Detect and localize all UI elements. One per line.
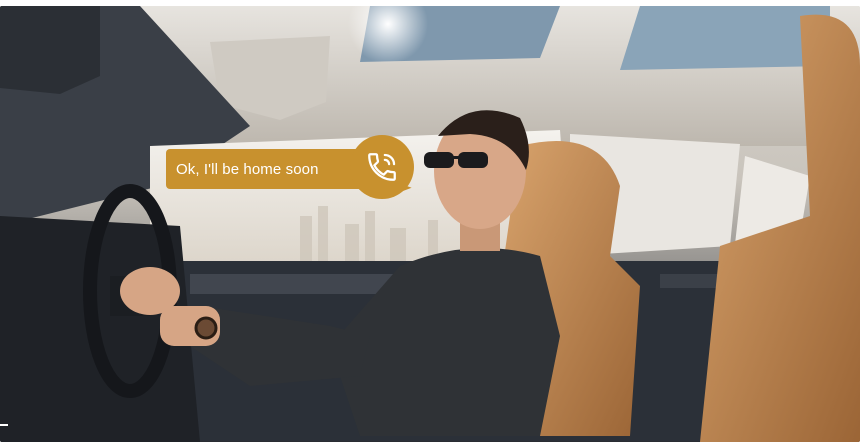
chat-bubble-text: Ok, I'll be home soon bbox=[176, 160, 319, 178]
chat-bubble: Ok, I'll be home soon bbox=[166, 149, 362, 189]
photo-illustration bbox=[0, 6, 860, 442]
car-interior-photo: Ok, I'll be home soon bbox=[0, 6, 860, 442]
slide-indicator bbox=[0, 424, 8, 426]
phone-call-icon bbox=[365, 150, 399, 184]
phone-call-badge bbox=[350, 135, 414, 199]
